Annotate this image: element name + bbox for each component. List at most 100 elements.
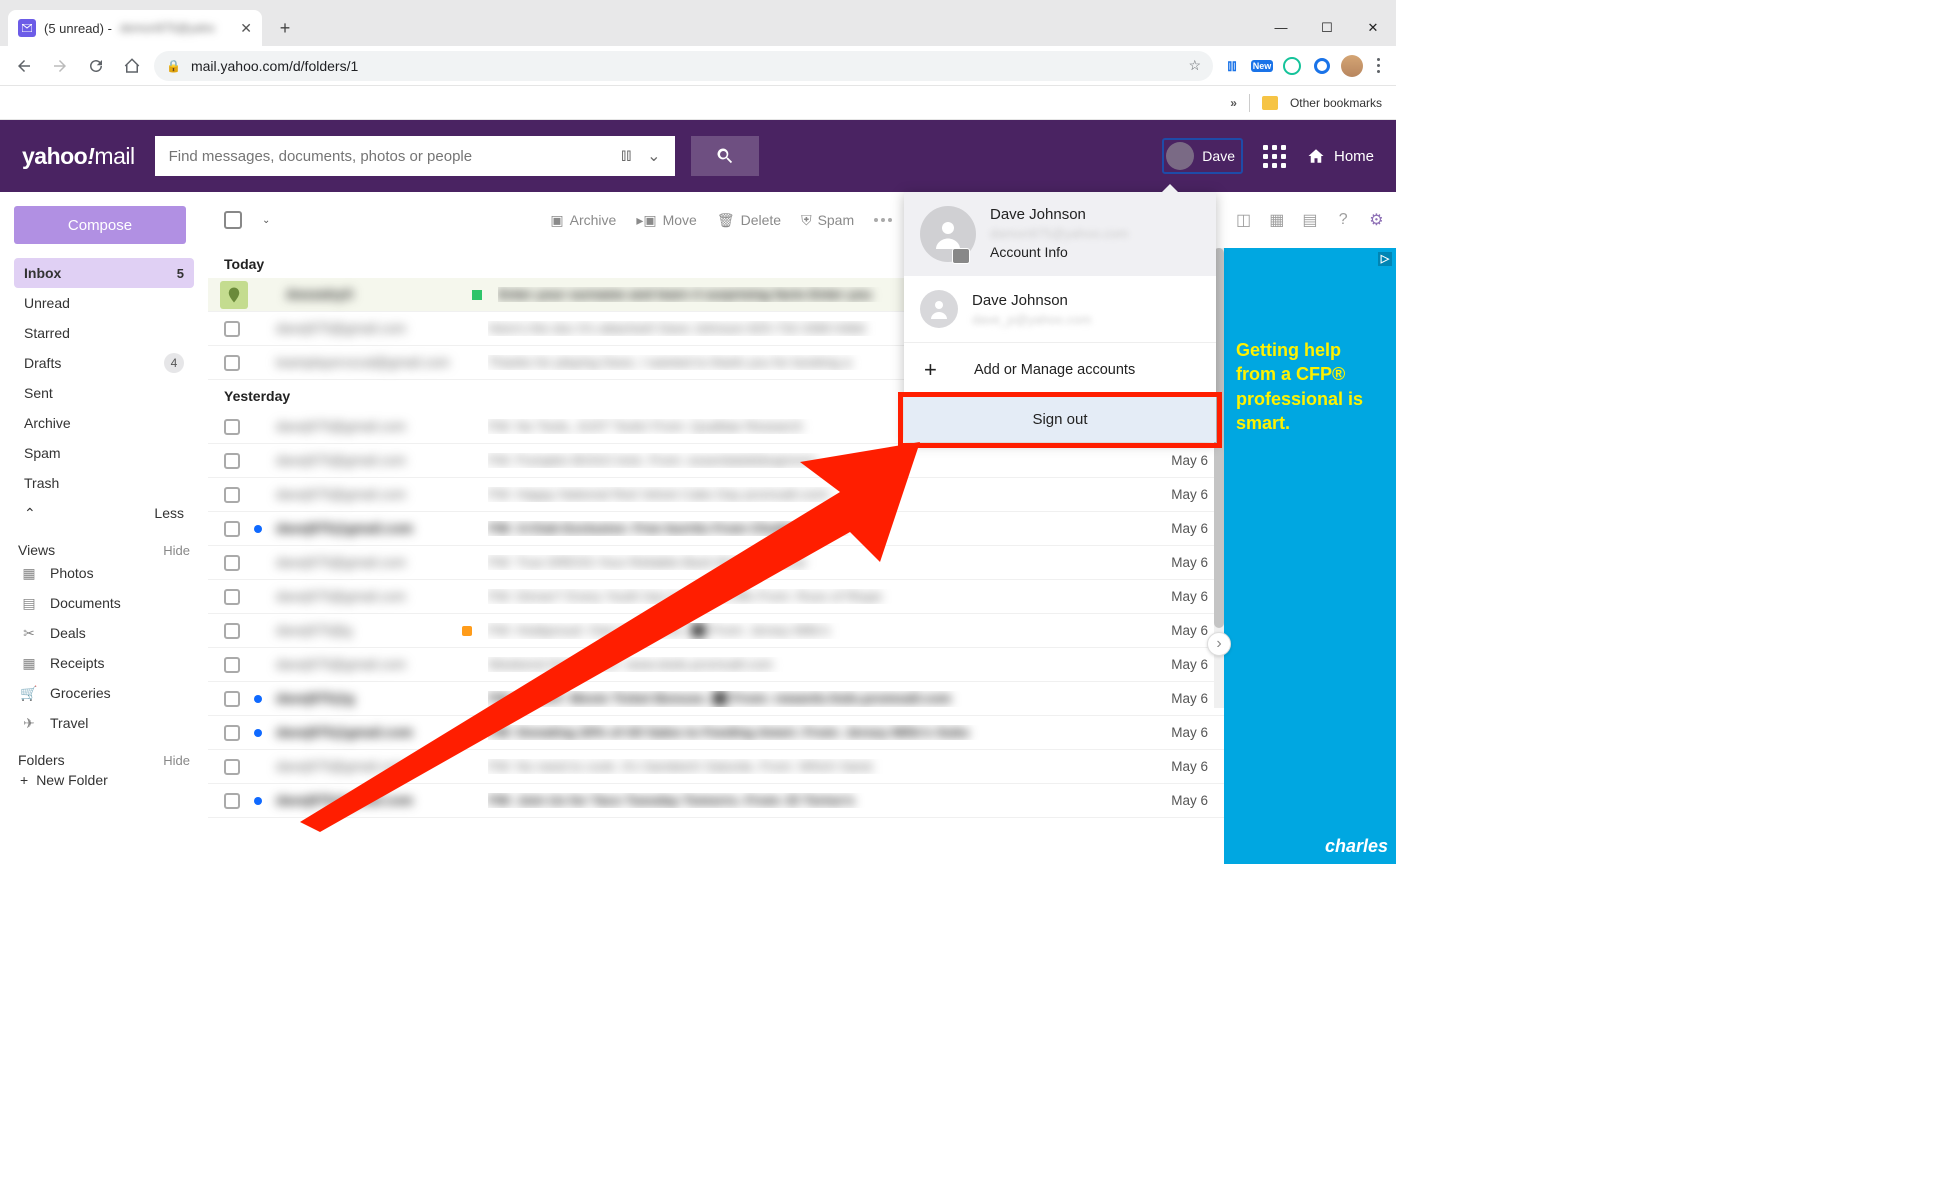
dropdown-primary-account[interactable]: Dave Johnson damon975@yahoo.com Account … xyxy=(904,192,1216,276)
row-checkbox[interactable] xyxy=(224,355,240,371)
bookmark-star-icon[interactable]: ☆ xyxy=(1188,57,1201,74)
folder-sent[interactable]: Sent xyxy=(14,378,194,408)
view-deals[interactable]: ✂Deals xyxy=(14,618,194,648)
folder-icon xyxy=(1262,96,1278,110)
yahoo-mail-logo[interactable]: yahoo!mail xyxy=(22,143,135,170)
ad-panel[interactable]: ▷ Getting help from a CFP® professional … xyxy=(1224,248,1396,864)
settings-gear-icon[interactable]: ⚙ xyxy=(1367,210,1386,230)
star-icon[interactable] xyxy=(460,626,474,636)
message-row[interactable]: davej975@gmail.comFW: Pumpkin BOGO trick… xyxy=(208,444,1224,478)
home-link[interactable]: Home xyxy=(1306,147,1374,165)
row-checkbox[interactable] xyxy=(224,725,240,741)
row-checkbox[interactable] xyxy=(224,487,240,503)
dropdown-secondary-account[interactable]: Dave Johnson dave_p@yahoo.com xyxy=(904,276,1216,342)
close-window-button[interactable]: ✕ xyxy=(1350,14,1396,46)
star-icon[interactable] xyxy=(462,626,472,636)
row-checkbox[interactable] xyxy=(224,453,240,469)
maximize-button[interactable]: ☐ xyxy=(1304,14,1350,46)
folders-header: FoldersHide xyxy=(14,752,194,768)
browser-tab[interactable]: (5 unread) - demon975@yaho ✕ xyxy=(8,10,262,46)
minimize-button[interactable]: — xyxy=(1258,14,1304,46)
ad-close-icon[interactable]: ▷ xyxy=(1378,252,1392,266)
search-input[interactable] xyxy=(169,148,612,165)
folder-trash[interactable]: Trash xyxy=(14,468,194,498)
message-row[interactable]: davej975@gmail.comFW: No need to cook. I… xyxy=(208,750,1224,784)
sign-out-button[interactable]: Sign out xyxy=(904,397,1216,442)
new-tab-button[interactable]: + xyxy=(270,13,300,43)
extension-icon-3[interactable] xyxy=(1281,55,1303,77)
views-hide[interactable]: Hide xyxy=(163,543,190,558)
camera-icon[interactable] xyxy=(952,248,970,264)
row-checkbox[interactable] xyxy=(224,521,240,537)
view-travel[interactable]: ✈Travel xyxy=(14,708,194,738)
message-row[interactable]: davej975@gFW: TODAY: Movie Ticket Bonuse… xyxy=(208,682,1224,716)
forward-button[interactable] xyxy=(46,52,74,80)
delete-button[interactable]: 🗑Delete xyxy=(717,212,781,229)
message-row[interactable]: davej975@gmail.comFW: Happy National Red… xyxy=(208,478,1224,512)
add-manage-accounts[interactable]: + Add or Manage accounts xyxy=(904,342,1216,397)
search-button[interactable] xyxy=(691,136,759,176)
window-controls: — ☐ ✕ xyxy=(1258,14,1396,46)
message-row[interactable]: davej975@gmail.comFW: Join Us for Taco T… xyxy=(208,784,1224,818)
extension-icon-2[interactable]: New xyxy=(1251,55,1273,77)
new-folder-button[interactable]: +New Folder xyxy=(14,768,194,792)
notepad-icon[interactable]: ▤ xyxy=(1300,210,1319,230)
message-row[interactable]: davej975@gmail.comFW: True DRESS-Your-Re… xyxy=(208,546,1224,580)
browser-menu-button[interactable] xyxy=(1371,58,1386,73)
toolbar-more-icon[interactable] xyxy=(874,218,892,222)
contacts-icon[interactable]: ◫ xyxy=(1234,210,1253,230)
profile-avatar[interactable] xyxy=(1341,55,1363,77)
account-info-link[interactable]: Account Info xyxy=(990,244,1128,260)
bookmarks-overflow[interactable]: » xyxy=(1230,96,1237,110)
row-checkbox[interactable] xyxy=(224,657,240,673)
row-checkbox[interactable] xyxy=(224,419,240,435)
select-dropdown-caret[interactable]: ⌄ xyxy=(262,215,270,226)
url-field[interactable]: 🔒 mail.yahoo.com/d/folders/1 ☆ xyxy=(154,51,1213,81)
next-page-button[interactable]: › xyxy=(1207,632,1231,656)
message-row[interactable]: davej975@gmail.comFW: Dinner? Every Yout… xyxy=(208,580,1224,614)
view-photos[interactable]: ▦Photos xyxy=(14,558,194,588)
extension-icon-4[interactable] xyxy=(1311,55,1333,77)
search-dropdown-caret[interactable]: ⌄ xyxy=(647,146,660,166)
view-documents[interactable]: ▤Documents xyxy=(14,588,194,618)
message-row[interactable]: davej975@gmail.comWeekend Deals From: ww… xyxy=(208,648,1224,682)
row-checkbox[interactable] xyxy=(224,623,240,639)
shield-icon: ⛨ xyxy=(801,212,812,229)
search-filter-icon[interactable]: ⫾⫾ xyxy=(621,147,637,165)
apps-grid-icon[interactable] xyxy=(1263,145,1286,168)
folder-inbox[interactable]: Inbox5 xyxy=(14,258,194,288)
other-bookmarks[interactable]: Other bookmarks xyxy=(1290,96,1382,110)
archive-button[interactable]: ▣Archive xyxy=(550,212,616,229)
reload-button[interactable] xyxy=(82,52,110,80)
message-row[interactable]: davej975@gmail.comFW: 3-Club Exclusive: … xyxy=(208,512,1224,546)
extension-icon-1[interactable]: ⫾⫾ xyxy=(1221,55,1243,77)
row-checkbox[interactable] xyxy=(224,555,240,571)
folder-unread[interactable]: Unread xyxy=(14,288,194,318)
folders-hide[interactable]: Hide xyxy=(163,753,190,768)
spam-button[interactable]: ⛨Spam xyxy=(801,212,854,229)
folder-archive[interactable]: Archive xyxy=(14,408,194,438)
select-all-checkbox[interactable] xyxy=(224,211,242,229)
row-checkbox[interactable] xyxy=(224,793,240,809)
back-button[interactable] xyxy=(10,52,38,80)
folder-starred[interactable]: Starred xyxy=(14,318,194,348)
move-button[interactable]: ▸▣Move xyxy=(636,212,697,229)
view-groceries[interactable]: 🛒Groceries xyxy=(14,678,194,708)
message-row[interactable]: davej975@gFW: Hot&proud: Own A Franchis.… xyxy=(208,614,1224,648)
folder-less-toggle[interactable]: ⌃Less xyxy=(14,498,194,528)
message-date: May 6 xyxy=(1158,521,1208,536)
row-checkbox[interactable] xyxy=(224,691,240,707)
row-checkbox[interactable] xyxy=(224,321,240,337)
calendar-icon[interactable]: ▦ xyxy=(1267,210,1286,230)
compose-button[interactable]: Compose xyxy=(14,206,186,244)
row-checkbox[interactable] xyxy=(224,759,240,775)
tab-close-icon[interactable]: ✕ xyxy=(240,20,252,37)
home-button[interactable] xyxy=(118,52,146,80)
folder-drafts[interactable]: Drafts4 xyxy=(14,348,194,378)
row-checkbox[interactable] xyxy=(224,589,240,605)
help-icon[interactable]: ? xyxy=(1334,210,1353,230)
message-row[interactable]: davej975@gmail.comFW: Donating 20% of Al… xyxy=(208,716,1224,750)
view-receipts[interactable]: ▦Receipts xyxy=(14,648,194,678)
account-chip[interactable]: Dave xyxy=(1162,138,1243,174)
folder-spam[interactable]: Spam xyxy=(14,438,194,468)
